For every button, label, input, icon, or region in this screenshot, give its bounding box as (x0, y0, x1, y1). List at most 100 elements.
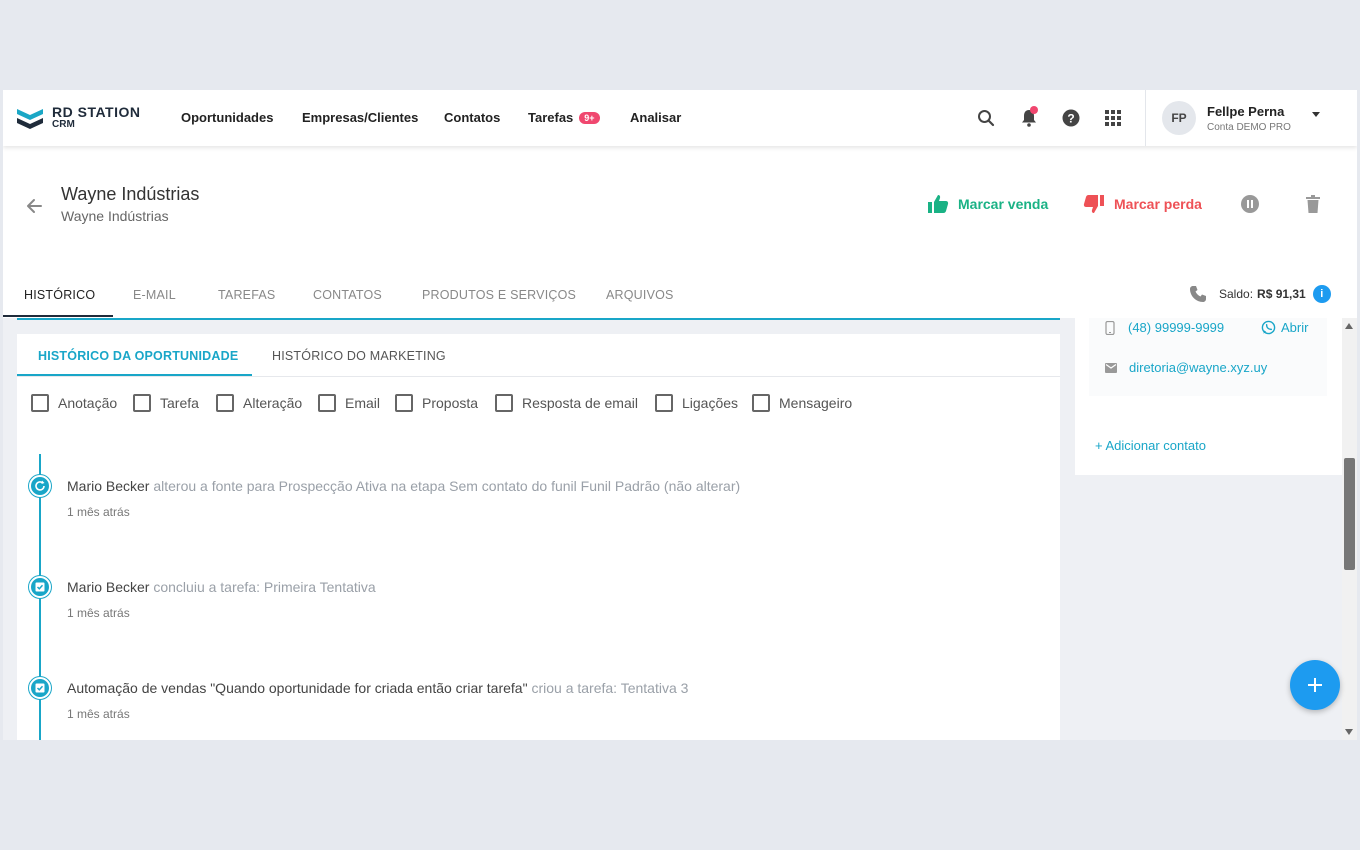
filter-tarefa[interactable]: Tarefa (133, 394, 199, 412)
nav-tarefas[interactable]: Tarefas 9+ (528, 110, 600, 125)
timeline-timestamp: 1 mês atrás (67, 707, 130, 721)
contact-phone-row: (48) 99999-9999 (1105, 320, 1224, 335)
mark-loss-label: Marcar perda (1114, 196, 1202, 212)
apps-grid-icon[interactable] (1102, 107, 1124, 129)
mark-sale-button[interactable]: Marcar venda (927, 194, 1048, 214)
subtab-historico-marketing[interactable]: HISTÓRICO DO MARKETING (272, 349, 446, 363)
contact-email-row: diretoria@wayne.xyz.uy (1105, 360, 1267, 375)
timeline-action: alterou a fonte para Prospecção Ativa na… (149, 478, 741, 494)
subtab-historico-oportunidade[interactable]: HISTÓRICO DA OPORTUNIDADE (38, 349, 238, 363)
scroll-down-arrow[interactable] (1345, 729, 1353, 735)
timeline-action: concluiu a tarefa: Primeira Tentativa (149, 579, 376, 595)
refresh-icon (29, 475, 51, 497)
whatsapp-label: Abrir (1281, 320, 1309, 335)
back-arrow-icon[interactable] (25, 196, 45, 216)
checkbox[interactable] (495, 394, 513, 412)
help-icon[interactable]: ? (1060, 107, 1082, 129)
logo-text: RD STATION (52, 104, 141, 120)
contact-details: (48) 99999-9999 Abrir diretoria@wayne.xy… (1089, 318, 1327, 396)
balance-value: R$ 91,31 (1257, 287, 1306, 301)
scroll-up-arrow[interactable] (1345, 323, 1353, 329)
trash-icon[interactable] (1303, 194, 1323, 214)
bell-icon[interactable] (1018, 106, 1040, 129)
checkbox[interactable] (133, 394, 151, 412)
timeline-timestamp: 1 mês atrás (67, 505, 130, 519)
checkbox[interactable] (395, 394, 413, 412)
search-icon[interactable] (975, 107, 997, 129)
section-divider (17, 318, 1060, 320)
tab-email[interactable]: E-MAIL (133, 288, 176, 302)
caret-down-icon[interactable] (1312, 112, 1320, 117)
checkbox[interactable] (752, 394, 770, 412)
filter-mensageiro[interactable]: Mensageiro (752, 394, 852, 412)
filter-proposta[interactable]: Proposta (395, 394, 478, 412)
mark-sale-label: Marcar venda (958, 196, 1049, 212)
rd-station-logo[interactable]: RD STATION CRM (15, 102, 145, 134)
contact-card: (48) 99999-9999 Abrir diretoria@wayne.xy… (1075, 318, 1342, 475)
crm-window: RD STATION CRM Oportunidades Empresas/Cl… (3, 90, 1357, 740)
active-subtab-indicator (17, 374, 252, 376)
timeline-actor: Mario Becker (67, 579, 150, 595)
avatar: FP (1162, 101, 1196, 135)
logo-subtext: CRM (52, 119, 75, 130)
add-contact-link[interactable]: + Adicionar contato (1095, 438, 1206, 453)
mail-icon (1105, 362, 1117, 373)
thumbs-up-icon (928, 195, 949, 213)
tab-contatos[interactable]: CONTATOS (313, 288, 382, 302)
timeline-item: Mario Becker concluiu a tarefa: Primeira… (67, 579, 376, 595)
logo-icon (17, 109, 43, 129)
history-panel: HISTÓRICO DA OPORTUNIDADE HISTÓRICO DO M… (17, 334, 1060, 740)
filter-label: Proposta (422, 395, 479, 411)
filter-label: Resposta de email (522, 395, 638, 411)
tab-tarefas[interactable]: TAREFAS (218, 288, 275, 302)
nav-oportunidades[interactable]: Oportunidades (181, 110, 273, 125)
checkbox[interactable] (216, 394, 234, 412)
top-navigation: RD STATION CRM Oportunidades Empresas/Cl… (3, 90, 1357, 146)
thumbs-down-icon (1083, 195, 1104, 213)
page-title: Wayne Indústrias (61, 184, 200, 204)
tasks-count-badge: 9+ (579, 112, 600, 124)
svg-text:?: ? (1067, 112, 1074, 126)
page-subtitle: Wayne Indústrias (61, 208, 169, 224)
timeline-item: Automação de vendas "Quando oportunidade… (67, 680, 688, 696)
filter-email[interactable]: Email (318, 394, 380, 412)
subtab-divider (17, 376, 1060, 377)
scrollbar-thumb[interactable] (1344, 458, 1355, 570)
checkbox[interactable] (655, 394, 673, 412)
add-fab-button[interactable] (1290, 660, 1340, 710)
user-account: Conta DEMO PRO (1207, 122, 1291, 133)
nav-contatos[interactable]: Contatos (444, 110, 500, 125)
checkbox[interactable] (318, 394, 336, 412)
timeline-action: criou a tarefa: Tentativa 3 (527, 680, 689, 696)
tab-arquivos[interactable]: ARQUIVOS (606, 288, 674, 302)
balance-display: Saldo: R$ 91,31 i (1189, 284, 1331, 304)
scrollbar[interactable] (1342, 318, 1357, 740)
nav-analisar[interactable]: Analisar (630, 110, 681, 125)
contact-email[interactable]: diretoria@wayne.xyz.uy (1129, 360, 1267, 375)
filter-ligacoes[interactable]: Ligações (655, 394, 738, 412)
filter-label: Anotação (58, 395, 118, 411)
tab-historico[interactable]: HISTÓRICO (24, 288, 95, 302)
task-check-icon (29, 677, 51, 699)
pause-icon[interactable] (1240, 194, 1260, 214)
filter-label: Ligações (682, 395, 739, 411)
main-tabs: HISTÓRICO E-MAIL TAREFAS CONTATOS PRODUT… (3, 276, 1357, 318)
filter-label: Email (345, 395, 381, 411)
mobile-phone-icon (1105, 320, 1115, 335)
nav-empresas-clientes[interactable]: Empresas/Clientes (302, 110, 418, 125)
tab-produtos-servicos[interactable]: PRODUTOS E SERVIÇOS (422, 288, 576, 302)
mark-loss-button[interactable]: Marcar perda (1083, 194, 1202, 214)
checkbox[interactable] (31, 394, 49, 412)
timeline-actor: Mario Becker (67, 478, 150, 494)
task-check-icon (29, 576, 51, 598)
filter-resposta-email[interactable]: Resposta de email (495, 394, 638, 412)
timeline-timestamp: 1 mês atrás (67, 606, 130, 620)
filter-anotacao[interactable]: Anotação (31, 394, 117, 412)
whatsapp-link[interactable]: Abrir (1261, 320, 1308, 335)
filter-label: Tarefa (160, 395, 199, 411)
filter-label: Mensageiro (779, 395, 853, 411)
user-menu[interactable]: FP Fellpe Perna Conta DEMO PRO (1145, 90, 1357, 146)
contact-phone[interactable]: (48) 99999-9999 (1128, 320, 1224, 335)
info-icon[interactable]: i (1312, 285, 1331, 303)
filter-alteracao[interactable]: Alteração (216, 394, 302, 412)
